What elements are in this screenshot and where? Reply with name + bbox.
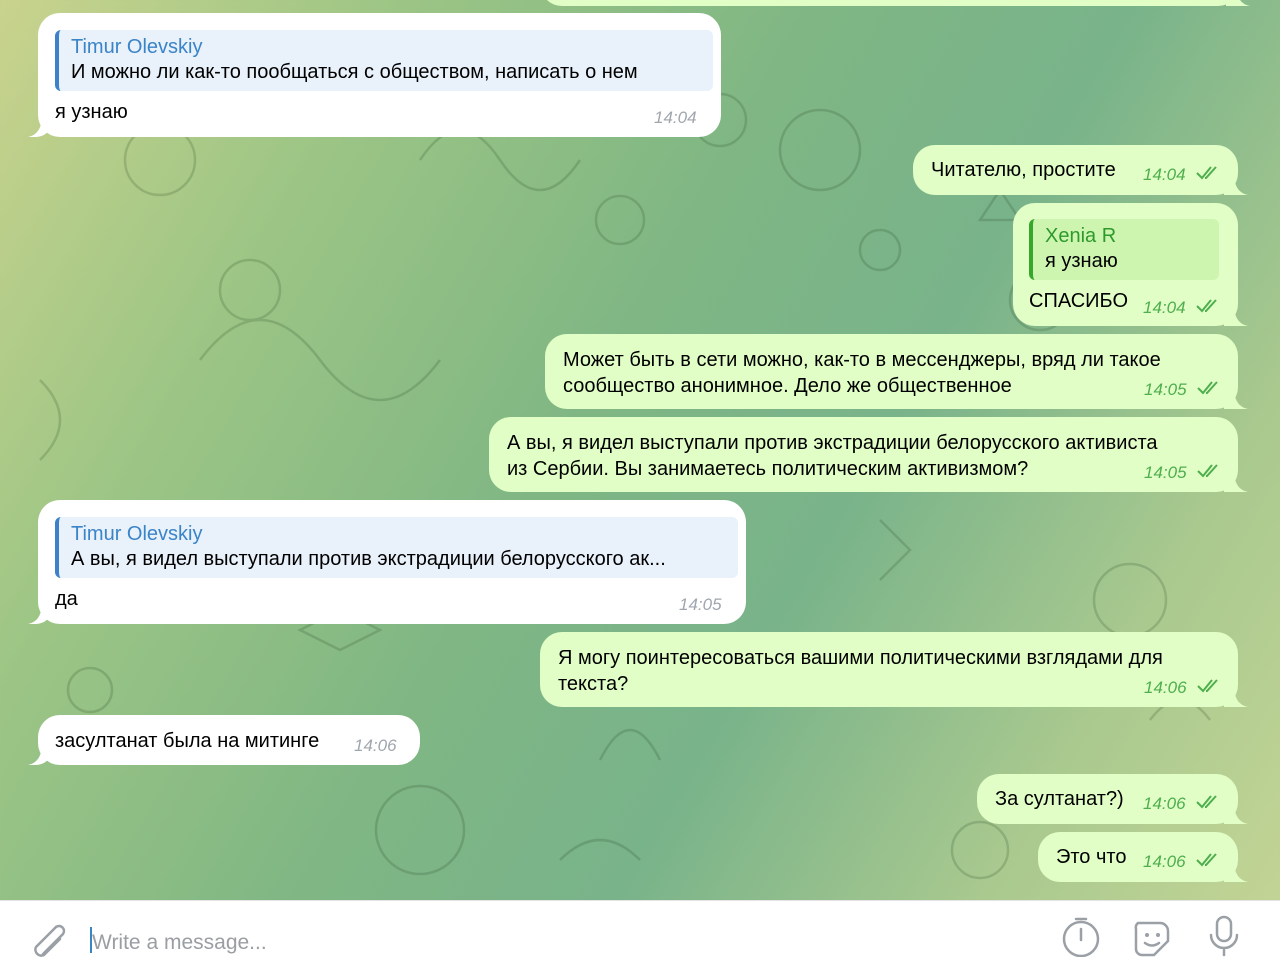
reply-author: Timur Olevskiy bbox=[71, 36, 203, 58]
double-check-icon bbox=[1196, 299, 1217, 313]
text-caret bbox=[90, 927, 92, 953]
message-bubble-outgoing[interactable]: Это что 14:06 bbox=[1038, 832, 1238, 882]
reply-author: Timur Olevskiy bbox=[71, 523, 203, 545]
message-time: 14:04 bbox=[1143, 298, 1186, 317]
reply-text: А вы, я видел выступали против экстрадиц… bbox=[71, 548, 666, 570]
double-check-icon bbox=[1197, 464, 1218, 478]
double-check-icon bbox=[1196, 166, 1217, 180]
message-text-line-1: Может быть в сети можно, как-то в мессен… bbox=[563, 349, 1161, 371]
reply-author: Xenia R bbox=[1045, 225, 1117, 247]
message-time: 14:04 bbox=[1143, 165, 1186, 184]
message-bubble-outgoing[interactable]: Xenia R я узнаю СПАСИБО 14:04 bbox=[1013, 203, 1238, 326]
message-text: Это что bbox=[1056, 846, 1127, 868]
message-time: 14:05 bbox=[679, 595, 722, 614]
message-time: 14:05 bbox=[1144, 463, 1187, 482]
reply-quote[interactable]: Timur Olevskiy И можно ли как-то пообщат… bbox=[55, 30, 713, 91]
message-text-line-2: из Сербии. Вы занимаетесь политическим а… bbox=[507, 458, 1029, 480]
message-text: я узнаю bbox=[55, 101, 128, 123]
microphone-icon[interactable] bbox=[1206, 915, 1242, 957]
message-bubble-outgoing[interactable]: За султанат?) 14:06 bbox=[977, 774, 1238, 824]
message-bubble-incoming[interactable]: Timur Olevskiy А вы, я видел выступали п… bbox=[38, 500, 746, 624]
message-time: 14:06 bbox=[354, 736, 397, 755]
message-bubble-outgoing[interactable]: Может быть в сети можно, как-то в мессен… bbox=[545, 334, 1238, 409]
reply-quote[interactable]: Timur Olevskiy А вы, я видел выступали п… bbox=[55, 517, 738, 578]
message-time: 14:05 bbox=[1144, 380, 1187, 399]
double-check-icon bbox=[1197, 679, 1218, 693]
message-bubble-outgoing[interactable]: Читателю, простите 14:04 bbox=[913, 145, 1238, 195]
sticker-icon[interactable] bbox=[1130, 917, 1174, 957]
message-input[interactable]: Write a message... bbox=[92, 931, 267, 955]
timer-icon[interactable] bbox=[1060, 915, 1102, 957]
double-check-icon bbox=[1196, 853, 1217, 867]
message-time: 14:04 bbox=[654, 108, 697, 127]
message-text: Читателю, простите bbox=[931, 159, 1116, 181]
message-text: За султанат?) bbox=[995, 788, 1124, 810]
message-text-line-1: А вы, я видел выступали против экстрадиц… bbox=[507, 432, 1158, 454]
message-text: засултанат была на митинге bbox=[55, 730, 320, 752]
message-time: 14:06 bbox=[1143, 794, 1186, 813]
double-check-icon bbox=[1196, 795, 1217, 809]
reply-text: И можно ли как-то пообщаться с обществом… bbox=[71, 61, 638, 83]
message-list[interactable]: Timur Olevskiy И можно ли как-то пообщат… bbox=[0, 0, 1280, 900]
message-bubble-outgoing[interactable]: А вы, я видел выступали против экстрадиц… bbox=[489, 417, 1238, 492]
message-time: 14:06 bbox=[1144, 678, 1187, 697]
message-text-line-2: текста? bbox=[558, 673, 629, 695]
message-text: СПАСИБО bbox=[1029, 290, 1128, 312]
message-text: да bbox=[55, 588, 78, 610]
message-bubble-incoming[interactable]: засултанат была на митинге 14:06 bbox=[38, 715, 420, 765]
reply-quote[interactable]: Xenia R я узнаю bbox=[1029, 219, 1219, 280]
message-time: 14:06 bbox=[1143, 852, 1186, 871]
message-text-line-1: Я могу поинтересоваться вашими политичес… bbox=[558, 647, 1163, 669]
message-bubble-partial bbox=[540, 0, 1240, 6]
message-bubble-incoming[interactable]: Timur Olevskiy И можно ли как-то пообщат… bbox=[38, 13, 721, 137]
message-bubble-outgoing[interactable]: Я могу поинтересоваться вашими политичес… bbox=[540, 632, 1238, 707]
message-composer: Write a message... bbox=[0, 900, 1280, 957]
message-text-line-2: сообщество анонимное. Дело же общественн… bbox=[563, 375, 1012, 397]
reply-text: я узнаю bbox=[1045, 250, 1118, 272]
double-check-icon bbox=[1197, 381, 1218, 395]
paperclip-icon[interactable] bbox=[26, 921, 66, 957]
